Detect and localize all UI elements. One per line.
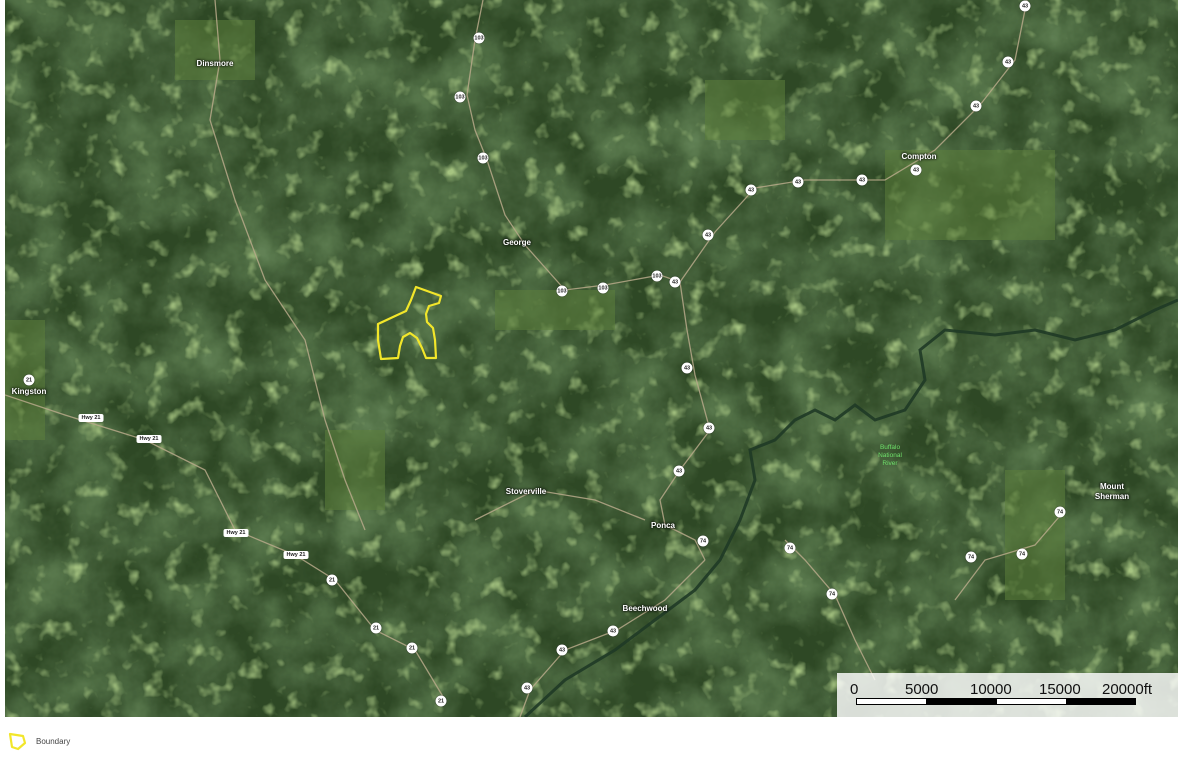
highway-label: Hwy 21 <box>78 414 104 422</box>
route-shield: 103 <box>556 285 568 297</box>
scale-segment <box>996 698 1067 705</box>
route-shield: 103 <box>477 152 489 164</box>
route-shield: 21 <box>435 695 447 707</box>
scale-segment <box>1066 698 1136 705</box>
route-shield: 43 <box>745 184 757 196</box>
scale-bar: 0 5000 10000 15000 20000ft <box>837 673 1178 717</box>
town-label-stoverville: Stoverville <box>505 487 547 496</box>
scale-label-0: 0 <box>850 681 859 698</box>
route-shield: 21 <box>370 622 382 634</box>
town-label-dinsmore: Dinsmore <box>196 59 234 68</box>
property-boundary[interactable] <box>376 285 443 361</box>
highway-label: Hwy 21 <box>283 551 309 559</box>
town-label-mount-sherman: Mount Sherman <box>1094 482 1130 501</box>
route-shield: 74 <box>826 588 838 600</box>
route-shield: 21 <box>406 642 418 654</box>
scale-label-10000: 10000 <box>970 681 1012 698</box>
route-shield: 74 <box>1016 548 1028 560</box>
town-label-beechwood: Beechwood <box>622 604 668 613</box>
town-label-ponca: Ponca <box>650 521 676 530</box>
route-shield: 43 <box>703 422 715 434</box>
route-shield: 74 <box>697 535 709 547</box>
town-label-george: George <box>502 238 532 247</box>
route-shield: 43 <box>910 164 922 176</box>
scale-segment <box>926 698 997 705</box>
route-shield: 43 <box>856 174 868 186</box>
satellite-map[interactable]: Dinsmore George Compton Kingston Stoverv… <box>5 0 1178 717</box>
town-label-kingston: Kingston <box>11 387 47 396</box>
route-shield: 21 <box>326 574 338 586</box>
route-shield: 43 <box>556 644 568 656</box>
route-shield: 74 <box>784 542 796 554</box>
route-shield: 103 <box>597 282 609 294</box>
route-shield: 21 <box>23 374 35 386</box>
scale-label-20000ft: 20000ft <box>1102 681 1153 698</box>
highway-label: Hwy 21 <box>223 529 249 537</box>
route-shield: 43 <box>681 362 693 374</box>
river-label: Buffalo National River <box>878 444 902 467</box>
boundary-polygon-icon <box>8 732 27 751</box>
route-shield: 43 <box>669 276 681 288</box>
route-shield: 43 <box>673 465 685 477</box>
route-shield: 103 <box>651 270 663 282</box>
route-shield: 74 <box>1054 506 1066 518</box>
boundary-overlay[interactable] <box>5 0 1178 717</box>
route-shield: 43 <box>1002 56 1014 68</box>
scale-segment <box>856 698 927 705</box>
town-label-compton: Compton <box>901 152 937 161</box>
route-shield: 43 <box>521 682 533 694</box>
scale-label-15000: 15000 <box>1039 681 1081 698</box>
route-shield: 43 <box>607 625 619 637</box>
route-shield: 74 <box>965 551 977 563</box>
highway-label: Hwy 21 <box>136 435 162 443</box>
scale-label-5000: 5000 <box>905 681 939 698</box>
route-shield: 43 <box>970 100 982 112</box>
route-shield: 43 <box>1019 0 1031 12</box>
route-shield: 43 <box>792 176 804 188</box>
route-shield: 103 <box>454 91 466 103</box>
route-shield: 103 <box>473 32 485 44</box>
legend-label-boundary: Boundary <box>36 737 71 746</box>
route-shield: 43 <box>702 229 714 241</box>
